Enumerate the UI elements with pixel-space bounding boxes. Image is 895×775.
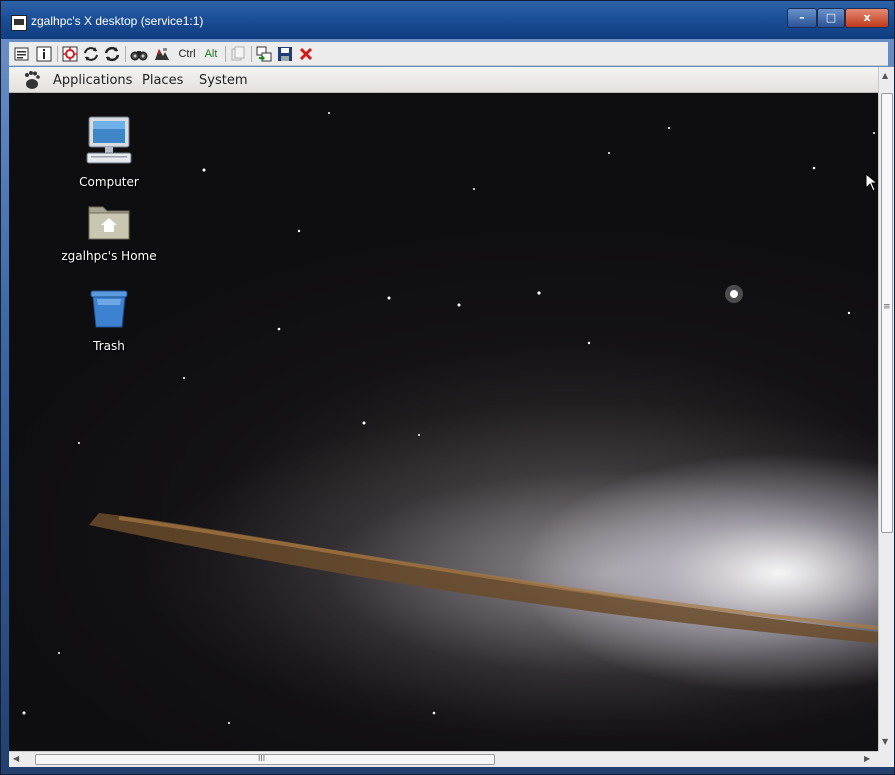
applications-menu[interactable]: Applications <box>53 73 132 88</box>
desktop-area[interactable]: Computer zgalhpc's Home Trash <box>9 93 878 751</box>
vnc-viewer-window: zgalhpc's X desktop (service1:1) – □ x C… <box>0 0 895 775</box>
trash-icon <box>90 290 128 328</box>
horizontal-grip: III <box>258 754 266 763</box>
horizontal-scrollbar[interactable]: ◀ III ▶ <box>9 751 878 767</box>
properties-icon[interactable] <box>13 45 31 63</box>
refresh-icon[interactable] <box>82 45 100 63</box>
refresh-all-icon[interactable] <box>103 45 121 63</box>
disconnect-icon[interactable] <box>297 45 315 63</box>
system-menu[interactable]: System <box>199 73 247 88</box>
galaxy-wallpaper <box>22 112 878 724</box>
gnome-foot-icon[interactable] <box>23 70 41 90</box>
scroll-left-icon[interactable]: ◀ <box>13 754 19 763</box>
send-ctrl-alt-del-icon[interactable] <box>152 45 172 63</box>
close-button[interactable]: x <box>845 8 889 28</box>
vnc-toolbar: Ctrl Alt <box>9 42 888 66</box>
send-alt-button[interactable]: Alt <box>201 45 221 63</box>
computer-label: Computer <box>79 175 139 189</box>
binoculars-icon[interactable] <box>129 45 149 63</box>
mouse-pointer-icon <box>865 173 878 192</box>
vertical-scroll-thumb[interactable]: ≡ <box>881 93 893 533</box>
save-icon[interactable] <box>276 45 294 63</box>
places-menu[interactable]: Places <box>142 73 183 88</box>
vertical-grip: ≡ <box>883 302 891 312</box>
send-ctrl-button[interactable]: Ctrl <box>175 45 199 63</box>
desktop-icon-home[interactable]: zgalhpc's Home <box>54 201 164 263</box>
desktop-icon-computer[interactable]: Computer <box>54 115 164 189</box>
resize-grip[interactable] <box>878 751 894 767</box>
info-icon[interactable] <box>35 45 53 63</box>
scroll-right-icon[interactable]: ▶ <box>864 754 870 763</box>
fullscreen-icon[interactable] <box>61 45 79 63</box>
minimize-button[interactable]: – <box>787 8 817 28</box>
toolbar-separator <box>225 46 226 62</box>
maximize-button[interactable]: □ <box>817 8 845 28</box>
scroll-up-icon[interactable]: ▲ <box>882 71 888 80</box>
clipboard-icon[interactable] <box>229 45 247 63</box>
transfer-icon[interactable] <box>255 45 273 63</box>
toolbar-separator <box>125 46 126 62</box>
trash-label: Trash <box>93 339 125 353</box>
scroll-down-icon[interactable]: ▼ <box>882 737 888 746</box>
window-title: zgalhpc's X desktop (service1:1) <box>31 14 204 28</box>
horizontal-scroll-thumb[interactable]: III <box>35 754 495 765</box>
gnome-top-panel: Applications Places System <box>9 67 878 93</box>
toolbar-separator <box>57 46 58 62</box>
computer-icon <box>86 116 132 164</box>
vertical-scrollbar[interactable]: ▲ ≡ ▼ <box>878 67 894 751</box>
home-folder-icon <box>88 206 130 240</box>
desktop-icon-trash[interactable]: Trash <box>54 287 164 353</box>
home-label: zgalhpc's Home <box>61 249 157 263</box>
toolbar-separator <box>251 46 252 62</box>
title-bar[interactable]: zgalhpc's X desktop (service1:1) – □ x <box>1 1 894 39</box>
vnc-app-icon[interactable] <box>11 15 27 31</box>
